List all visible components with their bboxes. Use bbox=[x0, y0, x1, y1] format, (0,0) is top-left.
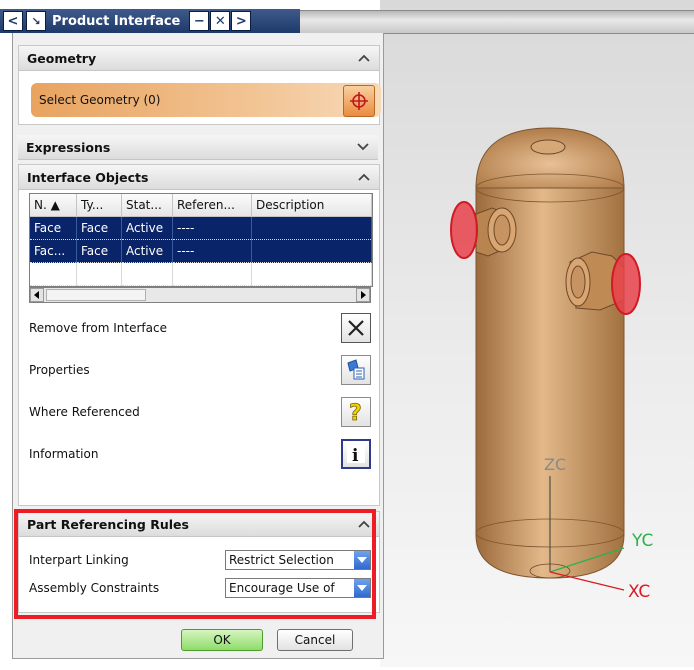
scrollbar-thumb[interactable] bbox=[46, 289, 146, 301]
cell-description bbox=[251, 239, 372, 263]
properties-row[interactable]: Properties bbox=[29, 353, 371, 387]
axis-label-x: XC bbox=[628, 582, 650, 602]
expressions-header[interactable]: Expressions bbox=[18, 135, 378, 160]
interface-objects-title: Interface Objects bbox=[27, 169, 149, 185]
properties-icon[interactable] bbox=[341, 355, 371, 385]
interface-objects-table[interactable]: N. ▲ Ty... Stat... Referen... Descriptio… bbox=[29, 193, 373, 287]
cell-status: Active bbox=[121, 216, 173, 240]
axis-label-y: YC bbox=[631, 531, 653, 551]
product-interface-dialog: Geometry Select Geometry (0) Expressions… bbox=[12, 33, 384, 659]
column-header-status[interactable]: Stat... bbox=[121, 194, 173, 217]
cell-referenced: ---- bbox=[172, 216, 252, 240]
geometry-title: Geometry bbox=[27, 50, 97, 66]
assembly-constraints-select[interactable]: Encourage Use of bbox=[225, 578, 371, 598]
svg-text:i: i bbox=[352, 446, 359, 463]
cancel-button[interactable]: Cancel bbox=[277, 629, 353, 651]
table-row[interactable]: Face Face Active ---- bbox=[30, 216, 372, 240]
interpart-linking-value: Restrict Selection bbox=[229, 553, 334, 567]
axis-label-z: ZC bbox=[544, 455, 566, 474]
where-referenced-row[interactable]: Where Referenced ? bbox=[29, 395, 371, 429]
column-header-type[interactable]: Ty... bbox=[76, 194, 122, 217]
dropdown-arrow-icon[interactable] bbox=[354, 579, 370, 597]
dialog-title: Product Interface bbox=[52, 13, 181, 29]
chevron-down-icon[interactable] bbox=[356, 140, 370, 154]
select-geometry-row[interactable]: Select Geometry (0) bbox=[31, 83, 381, 117]
table-header-row: N. ▲ Ty... Stat... Referen... Descriptio… bbox=[30, 194, 372, 217]
interface-objects-header[interactable]: Interface Objects bbox=[19, 165, 379, 190]
svg-text:?: ? bbox=[349, 401, 362, 424]
part-referencing-rules-title: Part Referencing Rules bbox=[27, 516, 189, 532]
dialog-titlebar[interactable]: < ↘ Product Interface − ✕ > bbox=[0, 9, 300, 33]
properties-label: Properties bbox=[29, 363, 90, 377]
select-geometry-label: Select Geometry (0) bbox=[39, 93, 161, 107]
collapse-left-icon[interactable]: < bbox=[3, 11, 23, 31]
close-icon[interactable]: ✕ bbox=[210, 11, 231, 31]
interpart-linking-label: Interpart Linking bbox=[29, 553, 129, 567]
assembly-constraints-row: Assembly Constraints Encourage Use of bbox=[29, 576, 371, 600]
cell-referenced: ---- bbox=[172, 239, 252, 263]
table-row-empty bbox=[30, 262, 372, 286]
table-row[interactable]: Fac... Face Active ---- bbox=[30, 239, 372, 263]
part-model[interactable]: ZC YC XC bbox=[380, 0, 694, 667]
minimize-icon[interactable]: − bbox=[189, 11, 210, 31]
column-header-name[interactable]: N. ▲ bbox=[30, 194, 77, 217]
where-referenced-label: Where Referenced bbox=[29, 405, 140, 419]
chevron-up-icon[interactable] bbox=[357, 170, 371, 184]
interpart-linking-row: Interpart Linking Restrict Selection bbox=[29, 548, 371, 572]
assembly-constraints-label: Assembly Constraints bbox=[29, 581, 160, 595]
right-nozzle bbox=[565, 251, 641, 315]
cell-name: Fac... bbox=[30, 239, 77, 263]
expressions-group: Expressions bbox=[18, 135, 378, 160]
cell-name: Face bbox=[30, 216, 77, 240]
graphics-viewport[interactable]: ZC YC XC bbox=[380, 0, 694, 667]
reset-arrow-icon[interactable]: ↘ bbox=[26, 11, 46, 31]
column-header-referenced[interactable]: Referen... bbox=[172, 194, 252, 217]
toolbar-strip bbox=[300, 10, 694, 34]
crosshair-icon[interactable] bbox=[343, 85, 375, 117]
part-referencing-rules-group: Part Referencing Rules Interpart Linking… bbox=[18, 511, 380, 613]
horizontal-scrollbar[interactable] bbox=[29, 287, 371, 303]
information-row[interactable]: Information i bbox=[29, 437, 371, 471]
scroll-left-icon[interactable] bbox=[30, 288, 44, 302]
part-referencing-rules-header[interactable]: Part Referencing Rules bbox=[19, 512, 379, 537]
interface-objects-group: Interface Objects N. ▲ Ty... Stat... Ref… bbox=[18, 164, 380, 506]
cell-type: Face bbox=[76, 216, 122, 240]
interpart-linking-select[interactable]: Restrict Selection bbox=[225, 550, 371, 570]
cell-type: Face bbox=[76, 239, 122, 263]
geometry-header[interactable]: Geometry bbox=[19, 46, 379, 71]
chevron-up-icon[interactable] bbox=[357, 51, 371, 65]
scroll-right-icon[interactable] bbox=[356, 288, 370, 302]
remove-from-interface-row[interactable]: Remove from Interface bbox=[29, 311, 371, 345]
column-header-description[interactable]: Description bbox=[251, 194, 372, 217]
info-icon[interactable]: i bbox=[341, 439, 371, 469]
expand-right-icon[interactable]: > bbox=[231, 11, 252, 31]
expressions-title: Expressions bbox=[26, 139, 111, 155]
remove-x-icon[interactable] bbox=[341, 313, 371, 343]
information-label: Information bbox=[29, 447, 99, 461]
cell-status: Active bbox=[121, 239, 173, 263]
cell-description bbox=[251, 216, 372, 240]
ok-button[interactable]: OK bbox=[181, 629, 263, 651]
dropdown-arrow-icon[interactable] bbox=[354, 551, 370, 569]
remove-from-interface-label: Remove from Interface bbox=[29, 321, 167, 335]
question-mark-icon[interactable]: ? bbox=[341, 397, 371, 427]
assembly-constraints-value: Encourage Use of bbox=[229, 581, 335, 595]
chevron-up-icon[interactable] bbox=[357, 517, 371, 531]
